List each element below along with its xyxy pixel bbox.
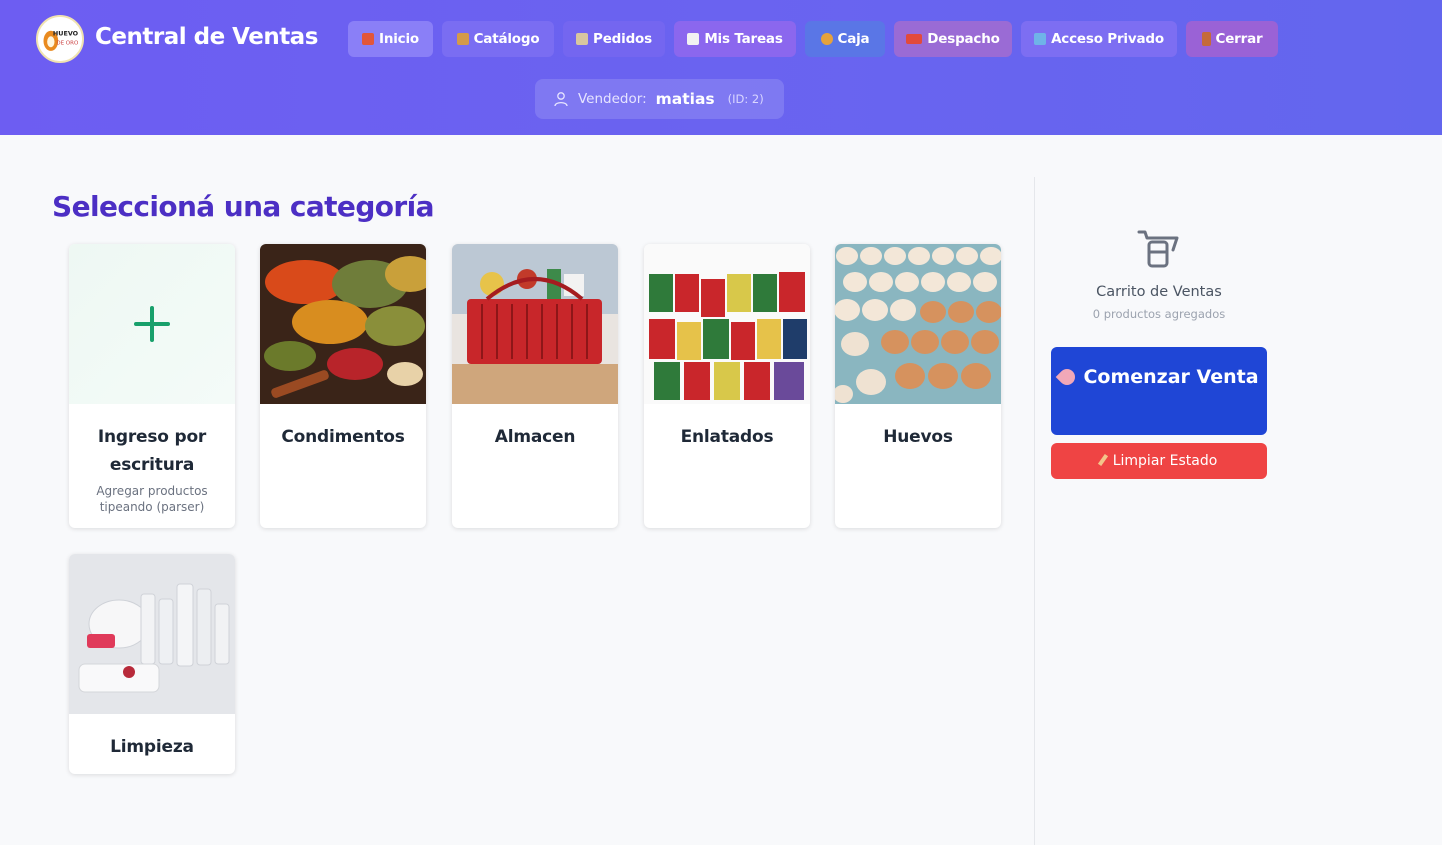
category-label: Limpieza xyxy=(110,737,194,757)
category-label: Ingreso por escritura xyxy=(97,427,207,475)
nav-catalogo-label: Catálogo xyxy=(473,31,540,47)
cart-title: Carrito de Ventas xyxy=(1096,284,1222,300)
category-card-condimentos[interactable]: Condimentos xyxy=(260,244,426,528)
money-bag-icon xyxy=(820,33,833,45)
nav-pedidos[interactable]: Pedidos xyxy=(563,21,665,57)
nav-acceso-privado-label: Acceso Privado xyxy=(1051,31,1164,47)
nav-despacho-label: Despacho xyxy=(927,31,1000,47)
category-label: Condimentos xyxy=(281,427,405,447)
vendor-id: (ID: 2) xyxy=(727,92,764,106)
start-sale-button[interactable]: Comenzar Venta xyxy=(1051,347,1267,435)
nav-mis-tareas-label: Mis Tareas xyxy=(704,31,783,47)
clipboard-icon xyxy=(576,33,589,45)
canned-goods-photo xyxy=(644,244,810,404)
door-icon xyxy=(1201,32,1211,46)
bar-chart-icon xyxy=(1034,33,1047,45)
vendor-label: Vendedor: xyxy=(578,91,647,107)
top-header: HUEVO DE ORO Central de Ventas Inicio Ca… xyxy=(0,0,1442,135)
nav-catalogo[interactable]: Catálogo xyxy=(442,21,554,57)
user-icon xyxy=(554,92,568,107)
brand-logo[interactable]: HUEVO DE ORO xyxy=(36,15,84,63)
sidebar-divider xyxy=(1034,177,1035,845)
nav-acceso-privado[interactable]: Acceso Privado xyxy=(1021,21,1177,57)
box-icon xyxy=(456,33,469,45)
egg-logo-icon: HUEVO DE ORO xyxy=(38,17,82,61)
broom-icon xyxy=(1097,453,1108,467)
rocket-icon xyxy=(1056,365,1079,389)
brand-title: Central de Ventas xyxy=(95,24,318,50)
category-image xyxy=(69,244,235,404)
clear-state-label: Limpiar Estado xyxy=(1112,453,1218,469)
cleaning-supplies-photo xyxy=(69,554,235,714)
cart-count: 0 productos agregados xyxy=(1092,307,1226,321)
truck-icon xyxy=(906,34,923,44)
category-card-enlatados[interactable]: Enlatados xyxy=(644,244,810,528)
main-nav: Inicio Catálogo Pedidos Mis Tareas Caja … xyxy=(348,21,1278,57)
svg-text:HUEVO: HUEVO xyxy=(53,29,79,37)
nav-pedidos-label: Pedidos xyxy=(593,31,652,47)
spices-photo xyxy=(260,244,426,404)
page-title: Seleccioná una categoría xyxy=(52,190,435,223)
category-label: Huevos xyxy=(883,427,953,447)
grocery-basket-photo xyxy=(452,244,618,404)
category-card-ingreso[interactable]: Ingreso por escritura Agregar productos … xyxy=(69,244,235,528)
nav-inicio[interactable]: Inicio xyxy=(348,21,433,57)
cart-icon xyxy=(1137,230,1179,268)
category-label: Enlatados xyxy=(680,427,774,447)
category-subtitle: Agregar productos tipeando (parser) xyxy=(96,484,208,514)
nav-despacho[interactable]: Despacho xyxy=(894,21,1012,57)
nav-mis-tareas[interactable]: Mis Tareas xyxy=(674,21,796,57)
vendor-badge: Vendedor: matias (ID: 2) xyxy=(535,79,784,119)
category-card-almacen[interactable]: Almacen xyxy=(452,244,618,528)
svg-text:DE ORO: DE ORO xyxy=(56,41,79,47)
plus-icon xyxy=(134,306,170,342)
vendor-name: matias xyxy=(655,90,715,108)
category-card-huevos[interactable]: Huevos xyxy=(835,244,1001,528)
memo-icon xyxy=(687,33,700,45)
clear-state-button[interactable]: Limpiar Estado xyxy=(1051,443,1267,479)
nav-caja[interactable]: Caja xyxy=(805,21,885,57)
house-icon xyxy=(362,33,375,45)
eggs-photo xyxy=(835,244,1001,404)
nav-inicio-label: Inicio xyxy=(379,31,419,47)
category-label: Almacen xyxy=(494,427,576,447)
nav-caja-label: Caja xyxy=(837,31,870,47)
start-sale-label: Comenzar Venta xyxy=(1083,366,1259,388)
category-card-limpieza[interactable]: Limpieza xyxy=(69,554,235,774)
nav-cerrar[interactable]: Cerrar xyxy=(1186,21,1278,57)
nav-cerrar-label: Cerrar xyxy=(1215,31,1263,47)
